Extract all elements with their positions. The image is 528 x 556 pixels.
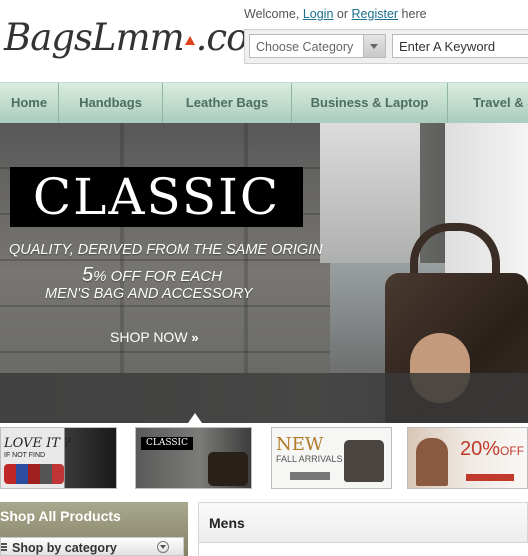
thumbnail-title: NEW	[276, 434, 324, 455]
category-select[interactable]: Choose Category	[249, 34, 386, 58]
section-title: Mens	[209, 515, 245, 531]
category-select-value: Choose Category	[256, 40, 354, 54]
site-logo[interactable]: BagsLmm .com	[4, 12, 283, 64]
double-chevron-right-icon: »	[191, 330, 199, 345]
slide-thumbnail-2[interactable]: CLASSIC	[135, 427, 252, 489]
thumbnail-model-image	[416, 438, 448, 486]
thumbnail-button	[466, 474, 514, 481]
banner-discount-number: 5	[82, 264, 94, 286]
thumbnail-discount-suffix: OFF	[500, 444, 525, 458]
shop-now-button[interactable]: SHOP NOW »	[110, 329, 199, 345]
nav-item-home[interactable]: Home	[0, 83, 59, 124]
thumbnail-title: LOVE IT ?	[4, 436, 71, 451]
thumbnail-bags-image	[4, 464, 64, 484]
shop-by-category-label: Shop by category	[12, 541, 117, 555]
slide-thumbnail-1[interactable]: LOVE IT ? IF NOT FIND	[0, 427, 117, 489]
welcome-suffix: here	[401, 7, 427, 21]
banner-headline: CLASSIC	[32, 168, 281, 226]
slide-thumbnail-4[interactable]: 20%OFF	[407, 427, 528, 489]
chevron-down-icon[interactable]	[363, 35, 385, 57]
banner-bottom-band	[0, 373, 528, 423]
thumbnail-button	[290, 472, 330, 480]
banner-line-2: 5% OFF FOR EACH	[82, 264, 222, 287]
or-text: or	[336, 7, 349, 21]
section-body	[199, 543, 528, 556]
active-slide-pointer-icon	[188, 413, 202, 423]
search-bar: Choose Category	[244, 29, 528, 64]
login-link[interactable]: Login	[303, 7, 334, 21]
welcome-prefix: Welcome,	[244, 7, 300, 21]
chevron-down-icon[interactable]	[157, 541, 169, 553]
thumbnail-discount-value: 20%	[460, 438, 501, 460]
nav-item-business-laptop[interactable]: Business & Laptop	[292, 83, 448, 124]
slide-thumbnail-3[interactable]: NEW FALL ARRIVALS	[271, 427, 392, 489]
thumbnail-title: CLASSIC	[146, 438, 188, 448]
banner-discount-text: % OFF FOR EACH	[93, 268, 223, 285]
banner-line-3: MEN'S BAG AND ACCESSORY	[45, 286, 253, 302]
thumbnail-bag-image	[344, 440, 384, 482]
keyword-input[interactable]	[392, 34, 528, 58]
main-nav: Home Handbags Leather Bags Business & La…	[0, 82, 528, 124]
nav-item-handbags[interactable]: Handbags	[59, 83, 163, 124]
shop-by-category-toggle[interactable]: Shop by category	[0, 537, 184, 556]
banner-line-1: QUALITY, DERIVED FROM THE SAME ORIGIN	[9, 242, 323, 258]
shop-now-label: SHOP NOW	[110, 329, 188, 345]
thumbnail-discount: 20%OFF	[460, 438, 524, 461]
hero-banner[interactable]: CLASSIC QUALITY, DERIVED FROM THE SAME O…	[0, 123, 528, 423]
nav-item-travel[interactable]: Travel & S	[448, 83, 528, 124]
nav-item-leather-bags[interactable]: Leather Bags	[163, 83, 292, 124]
shop-all-title: Shop All Products	[0, 508, 121, 524]
thumbnail-subtitle: IF NOT FIND	[4, 452, 46, 459]
thumbnail-bag-image	[208, 452, 248, 486]
thumbnail-subtitle: FALL ARRIVALS	[276, 454, 343, 464]
logo-accent-icon	[184, 36, 195, 45]
list-icon	[1, 543, 7, 551]
register-link[interactable]: Register	[352, 7, 399, 21]
logo-text: BagsLmm	[4, 16, 185, 59]
banner-sky-image	[320, 123, 420, 263]
welcome-message: Welcome, Login or Register here	[244, 7, 427, 21]
